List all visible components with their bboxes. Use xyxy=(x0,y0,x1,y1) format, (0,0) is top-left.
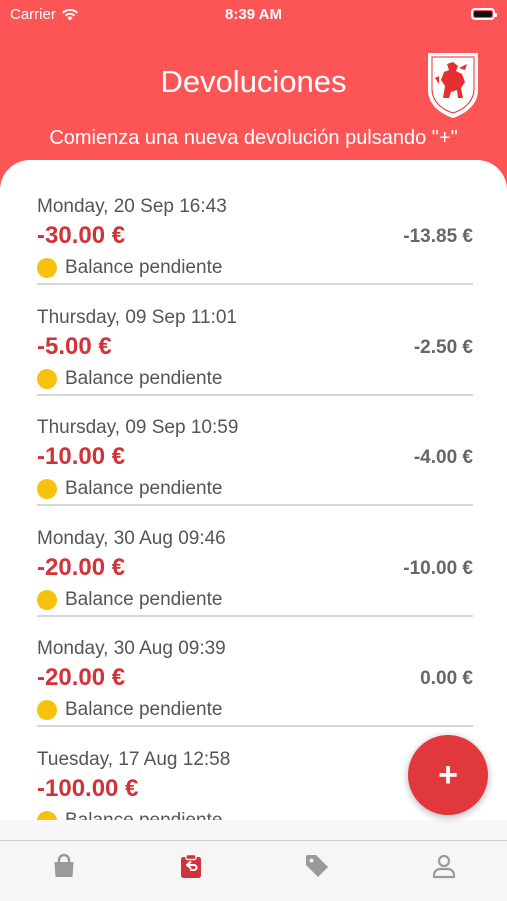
divider xyxy=(37,614,473,617)
return-item[interactable]: Monday, 20 Sep 16:43 -30.00 € -13.85 € B… xyxy=(37,196,473,307)
return-amount: -5.00 € xyxy=(37,332,112,360)
return-date: Thursday, 09 Sep 10:59 xyxy=(37,417,239,439)
return-date: Monday, 30 Aug 09:46 xyxy=(37,527,226,549)
profile-icon xyxy=(432,854,456,879)
pending-dot-icon xyxy=(37,700,57,721)
return-status: Balance pendiente xyxy=(37,699,222,721)
return-date: Monday, 30 Aug 09:39 xyxy=(37,638,226,660)
pending-dot-icon xyxy=(37,810,57,820)
add-label: + xyxy=(438,755,458,794)
return-date: Thursday, 09 Sep 11:01 xyxy=(37,306,237,328)
return-item[interactable]: Monday, 30 Aug 09:46 -20.00 € -10.00 € B… xyxy=(37,528,473,639)
pending-dot-icon xyxy=(37,479,57,500)
return-status: Balance pendiente xyxy=(37,478,222,500)
tag-icon xyxy=(306,855,328,877)
add-return-button[interactable]: + xyxy=(408,735,488,815)
divider xyxy=(37,504,473,507)
return-date: Tuesday, 17 Aug 12:58 xyxy=(37,748,231,770)
status-bar: Carrier 8:39 AM xyxy=(0,0,507,30)
return-balance: -2.50 € xyxy=(413,336,473,358)
pending-dot-icon xyxy=(37,258,57,278)
return-balance: -13.85 € xyxy=(403,226,473,247)
return-amount: -100.00 € xyxy=(37,774,139,802)
return-status: Balance pendiente xyxy=(37,810,222,820)
return-amount: -10.00 € xyxy=(37,443,126,471)
return-status: Balance pendiente xyxy=(37,257,222,279)
return-status: Balance pendiente xyxy=(37,589,222,611)
tab-shop[interactable] xyxy=(49,851,79,881)
returns-icon xyxy=(181,853,201,878)
return-item[interactable]: Monday, 30 Aug 09:39 -20.00 € 0.00 € Bal… xyxy=(37,638,473,749)
return-status-label: Balance pendiente xyxy=(65,367,223,389)
tab-bar xyxy=(0,840,507,901)
divider xyxy=(37,283,473,285)
pending-dot-icon xyxy=(37,368,57,389)
return-status: Balance pendiente xyxy=(37,368,222,390)
return-status-label: Balance pendiente xyxy=(65,588,223,610)
return-date: Monday, 20 Sep 16:43 xyxy=(37,196,227,217)
return-item[interactable]: Thursday, 09 Sep 10:59 -10.00 € -4.00 € … xyxy=(37,417,473,528)
return-balance: -10.00 € xyxy=(403,557,473,579)
return-status-label: Balance pendiente xyxy=(65,699,223,721)
return-balance: 0.00 € xyxy=(420,668,473,690)
return-status-label: Balance pendiente xyxy=(65,257,223,278)
divider xyxy=(37,725,473,728)
tab-profile[interactable] xyxy=(429,851,459,881)
shopping-bag-icon xyxy=(54,853,74,877)
return-amount: -20.00 € xyxy=(37,664,126,692)
returns-list: Monday, 20 Sep 16:43 -30.00 € -13.85 € B… xyxy=(37,196,473,820)
tab-returns[interactable] xyxy=(176,851,206,881)
pending-dot-icon xyxy=(37,589,57,610)
return-amount: -20.00 € xyxy=(37,553,126,581)
return-status-label: Balance pendiente xyxy=(65,478,223,500)
tab-offers[interactable] xyxy=(302,851,332,881)
return-item[interactable]: Thursday, 09 Sep 11:01 -5.00 € -2.50 € B… xyxy=(37,307,473,418)
return-balance: -4.00 € xyxy=(413,447,473,469)
clock: 8:39 AM xyxy=(225,6,282,23)
battery-icon xyxy=(471,8,497,20)
return-item[interactable]: Tuesday, 17 Aug 12:58 -100.00 € Balance … xyxy=(37,749,473,820)
divider xyxy=(37,393,473,396)
club-crest-icon xyxy=(428,53,478,118)
returns-card: Monday, 20 Sep 16:43 -30.00 € -13.85 € B… xyxy=(0,160,507,820)
return-status-label: Balance pendiente xyxy=(65,810,222,820)
page-subtitle: Comienza una nueva devolución pulsando "… xyxy=(49,127,458,149)
return-amount: -30.00 € xyxy=(37,222,126,249)
